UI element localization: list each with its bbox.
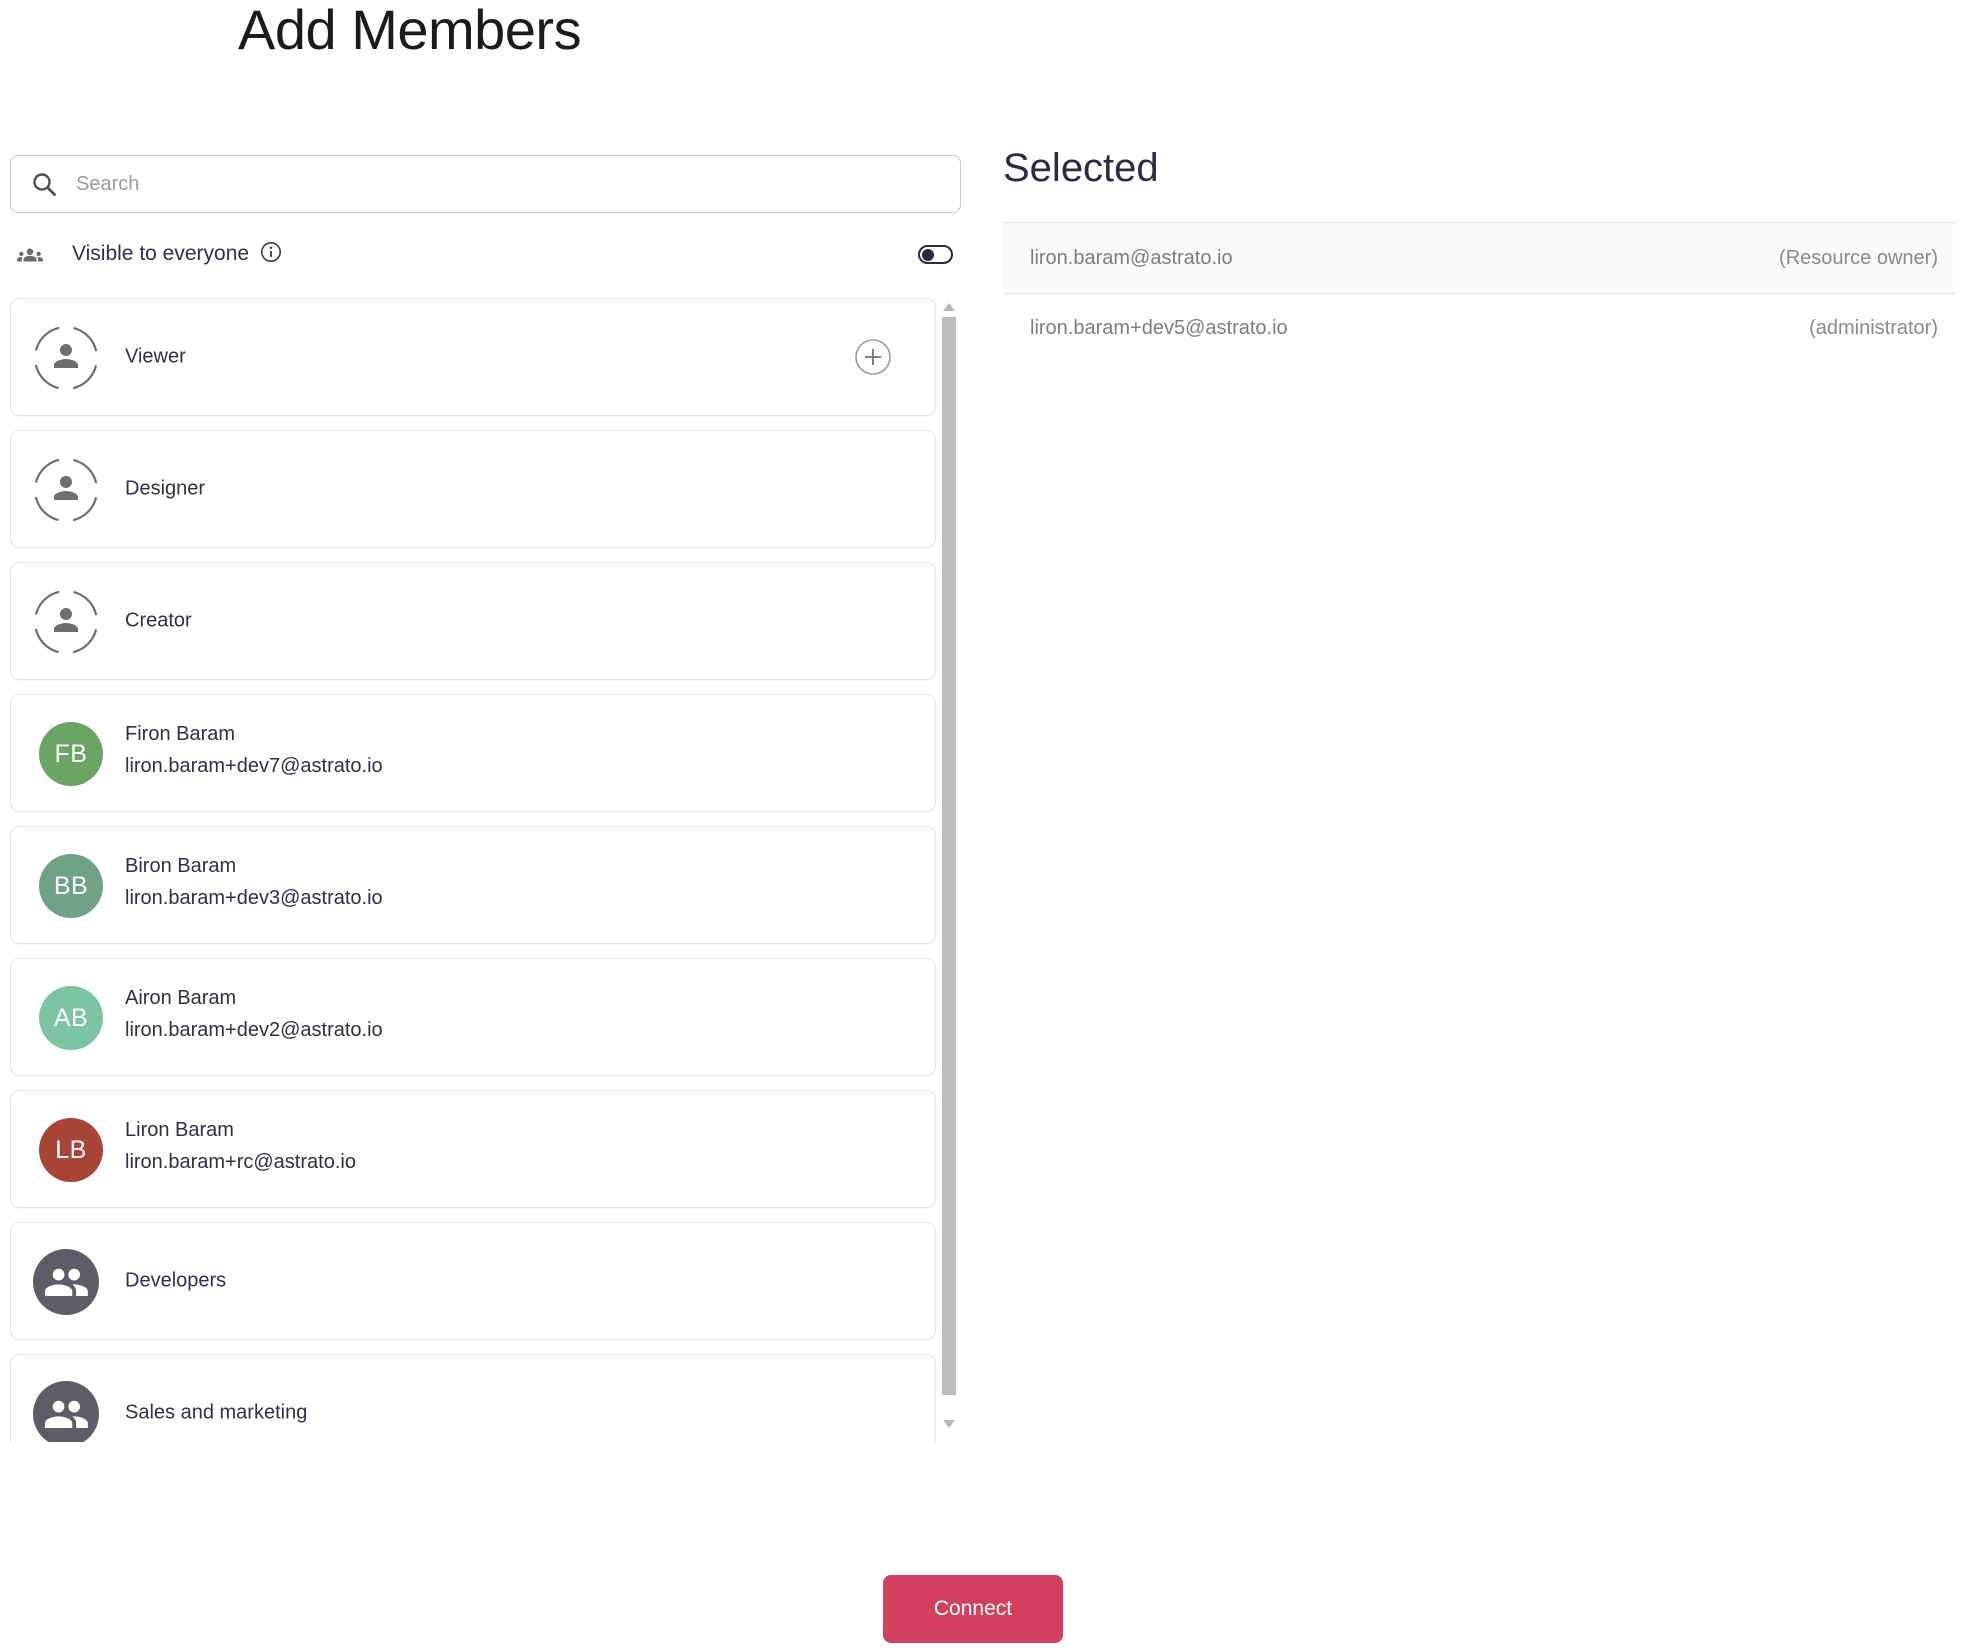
selected-member-email: liron.baram@astrato.io — [1030, 246, 1233, 269]
role-label: Creator — [125, 609, 192, 632]
search-input[interactable] — [76, 172, 916, 196]
visibility-row: Visible to everyone — [10, 238, 953, 272]
user-email: liron.baram+dev3@astrato.io — [125, 887, 383, 909]
selected-heading: Selected — [1003, 146, 1159, 190]
user-email: liron.baram+dev2@astrato.io — [125, 1019, 383, 1041]
visibility-label: Visible to everyone — [72, 242, 250, 265]
group-label: Developers — [125, 1269, 227, 1292]
selected-member-role: (Resource owner) — [1779, 246, 1938, 269]
user-avatar: AB — [39, 986, 103, 1050]
member-list-item-user[interactable]: FB Firon Baram liron.baram+dev7@astrato.… — [10, 694, 936, 812]
selected-member-row[interactable]: liron.baram@astrato.io (Resource owner) — [1003, 223, 1956, 293]
user-name: Airon Baram — [125, 987, 237, 1009]
member-list-item-group[interactable]: Developers — [10, 1222, 936, 1340]
role-label: Designer — [125, 477, 206, 500]
visibility-toggle[interactable] — [918, 245, 953, 264]
person-dashed-circle-icon — [33, 589, 99, 655]
groups-icon — [17, 248, 43, 262]
user-avatar: BB — [39, 854, 103, 918]
selected-member-email: liron.baram+dev5@astrato.io — [1030, 317, 1288, 339]
member-list-item-group[interactable]: Sales and marketing — [10, 1354, 936, 1442]
group-label: Sales and marketing — [125, 1401, 308, 1424]
role-label: Viewer — [125, 345, 186, 368]
triangle-down-icon[interactable] — [943, 1420, 955, 1428]
selected-member-row[interactable]: liron.baram+dev5@astrato.io (administrat… — [1003, 293, 1956, 363]
plus-icon[interactable] — [854, 338, 892, 376]
search-icon — [33, 172, 56, 196]
member-list-viewport: Viewer Designer Creator FB Firon Baram l… — [10, 298, 958, 1442]
member-list: Viewer Designer Creator FB Firon Baram l… — [10, 298, 936, 1442]
dialog-title: Add Members — [238, 0, 582, 61]
member-list-item-role[interactable]: Creator — [10, 562, 936, 680]
info-icon[interactable] — [260, 241, 282, 263]
person-dashed-circle-icon — [33, 325, 99, 391]
people-circle-icon — [33, 1381, 99, 1442]
people-circle-icon — [33, 1249, 99, 1315]
member-list-scrollbar — [942, 298, 956, 1442]
member-list-item-user[interactable]: LB Liron Baram liron.baram+rc@astrato.io — [10, 1090, 936, 1208]
user-avatar: FB — [39, 722, 103, 786]
search-box — [10, 155, 961, 213]
selected-member-role: (administrator) — [1809, 317, 1938, 339]
user-name: Biron Baram — [125, 855, 237, 877]
member-list-item-user[interactable]: BB Biron Baram liron.baram+dev3@astrato.… — [10, 826, 936, 944]
selected-list: liron.baram@astrato.io (Resource owner) … — [1003, 222, 1956, 363]
triangle-up-icon[interactable] — [943, 303, 955, 311]
user-name: Liron Baram — [125, 1119, 234, 1141]
add-members-dialog: Add Members Visible to everyone Vie — [0, 0, 1973, 1651]
connect-button[interactable]: Connect — [883, 1575, 1063, 1643]
user-email: liron.baram+rc@astrato.io — [125, 1151, 356, 1173]
member-list-item-role[interactable]: Designer — [10, 430, 936, 548]
member-list-item-role[interactable]: Viewer — [10, 298, 936, 416]
user-name: Firon Baram — [125, 723, 236, 745]
user-avatar: LB — [39, 1118, 103, 1182]
person-dashed-circle-icon — [33, 457, 99, 523]
member-list-item-user[interactable]: AB Airon Baram liron.baram+dev2@astrato.… — [10, 958, 936, 1076]
user-email: liron.baram+dev7@astrato.io — [125, 755, 383, 777]
toggle-knob — [922, 248, 934, 261]
scrollbar-thumb[interactable] — [942, 317, 956, 1395]
